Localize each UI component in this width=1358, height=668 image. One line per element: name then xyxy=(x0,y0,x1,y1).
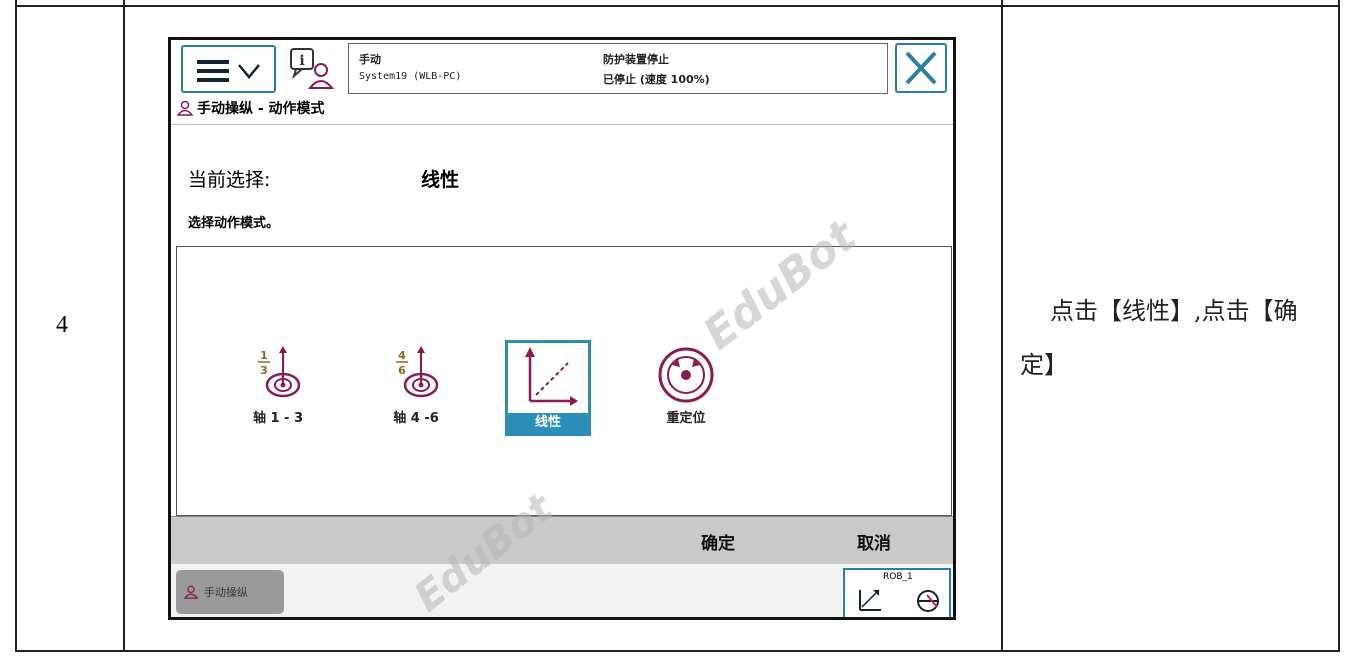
breadcrumb-text: 手动操纵 - 动作模式 xyxy=(197,101,325,117)
linear-icon xyxy=(525,347,578,406)
svg-text:3: 3 xyxy=(260,364,268,377)
action-bar: 确定 取消 xyxy=(171,516,953,565)
close-button[interactable] xyxy=(895,43,947,93)
quickset-robot-button[interactable]: ROB_1 xyxy=(843,568,951,617)
current-selection-label: 当前选择: xyxy=(188,169,271,191)
mode-reorient[interactable]: 重定位 xyxy=(643,345,729,441)
task-button-label: 手动操纵 xyxy=(204,586,248,599)
axis-1-3-icon: 1 3 xyxy=(258,346,301,398)
axis-4-6-icon: 4 6 xyxy=(396,346,439,398)
close-icon xyxy=(905,51,937,85)
column-divider xyxy=(1001,0,1003,650)
breadcrumb: 手动操纵 - 动作模式 xyxy=(177,98,325,118)
jogging-task-button[interactable]: 手动操纵 xyxy=(176,570,284,614)
tool-icon xyxy=(917,590,939,612)
hamburger-icon xyxy=(197,60,229,87)
user-icon xyxy=(184,585,198,599)
svg-text:4: 4 xyxy=(398,349,406,362)
user-icon xyxy=(177,100,193,116)
mode-axis-4-6[interactable]: 4 6 轴 4 -6 xyxy=(373,345,459,441)
motion-mode-panel: 1 3 轴 1 - 3 4 6 轴 4 -6 线性 重定位 xyxy=(176,246,952,516)
step-number: 4 xyxy=(56,312,68,338)
mode-label: 轴 1 - 3 xyxy=(252,411,304,426)
current-selection-value: 线性 xyxy=(421,169,460,191)
mode-label: 重定位 xyxy=(666,411,706,426)
header-divider xyxy=(171,124,953,125)
linear-mode-icon xyxy=(859,589,881,611)
taskbar: 手动操纵 ROB_1 xyxy=(171,564,953,617)
svg-text:i: i xyxy=(299,53,304,69)
mode-label: 线性 xyxy=(508,413,588,433)
event-log-icon[interactable]: i xyxy=(288,46,338,92)
confirm-button[interactable]: 确定 xyxy=(701,529,735,554)
system-name: System19 (WLB-PC) xyxy=(359,71,462,82)
status-bar: 手动 System19 (WLB-PC) 防护装置停止 已停止 (速度 100%… xyxy=(348,43,888,94)
chevron-down-icon xyxy=(238,64,260,79)
safety-status: 防护装置停止 xyxy=(603,53,669,66)
table-top-border xyxy=(17,5,1338,7)
cancel-button[interactable]: 取消 xyxy=(857,529,891,554)
operating-mode: 手动 xyxy=(359,53,381,66)
column-divider xyxy=(123,0,125,650)
mode-linear[interactable]: 线性 xyxy=(505,340,591,436)
teach-pendant-screen: i 手动 System19 (WLB-PC) 防护装置停止 已停止 (速度 10… xyxy=(168,37,956,620)
step-instruction: 点击【线性】,点击【确定】 xyxy=(1020,297,1298,379)
svg-text:1: 1 xyxy=(260,349,268,362)
mode-label: 轴 4 -6 xyxy=(393,411,439,426)
robot-label: ROB_1 xyxy=(883,572,913,582)
mode-axis-1-3[interactable]: 1 3 轴 1 - 3 xyxy=(235,345,321,441)
svg-text:6: 6 xyxy=(398,364,406,377)
robot-state: 已停止 (速度 100%) xyxy=(603,73,710,86)
main-menu-button[interactable] xyxy=(181,45,276,93)
select-mode-label: 选择动作模式。 xyxy=(188,216,280,231)
reorient-icon xyxy=(658,347,714,403)
